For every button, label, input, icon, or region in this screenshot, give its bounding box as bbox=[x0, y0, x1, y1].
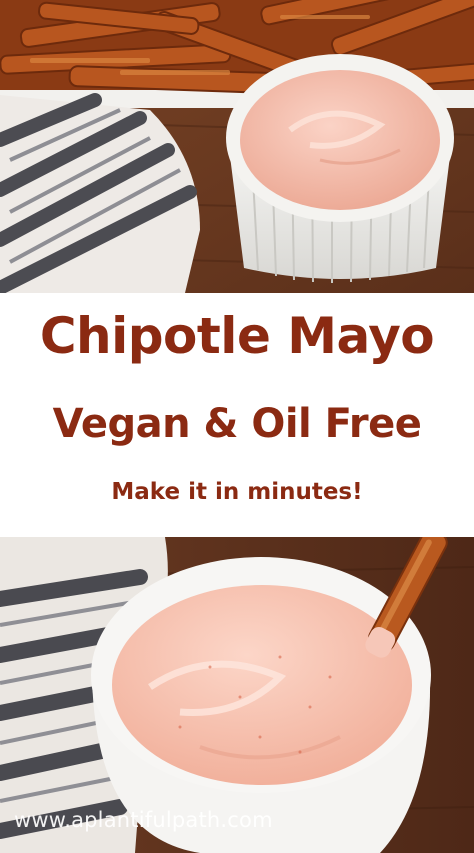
pin-image: Chipotle Mayo Vegan & Oil Free Make it i… bbox=[0, 0, 474, 853]
bottom-photo bbox=[0, 537, 474, 853]
recipe-title: Chipotle Mayo bbox=[39, 307, 435, 365]
recipe-subtitle: Vegan & Oil Free bbox=[52, 401, 422, 447]
recipe-tagline: Make it in minutes! bbox=[111, 479, 363, 505]
website-watermark: www.aplantifulpath.com bbox=[14, 808, 273, 832]
top-photo bbox=[0, 0, 474, 293]
title-banner: Chipotle Mayo Vegan & Oil Free Make it i… bbox=[0, 293, 474, 537]
